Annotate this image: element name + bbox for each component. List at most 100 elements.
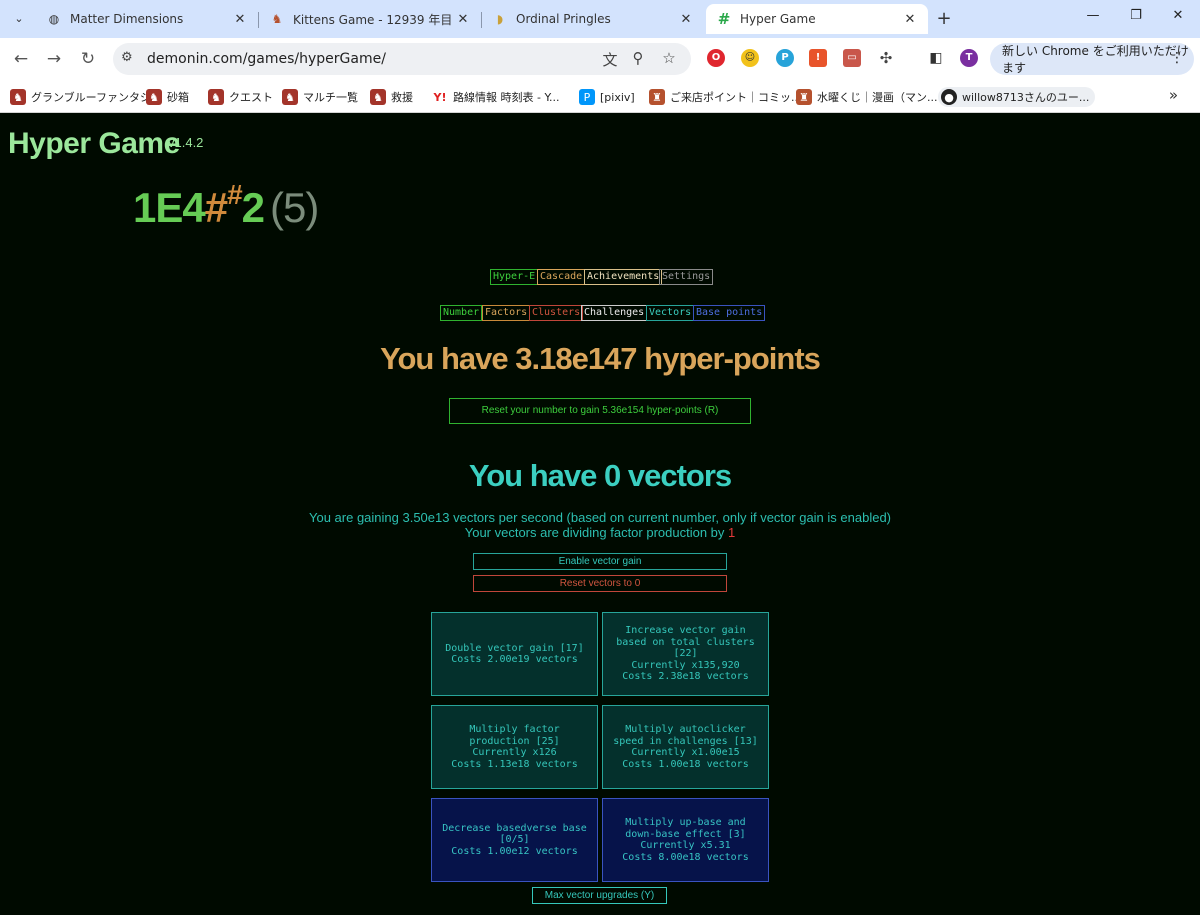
url-text: demonin.com/games/hyperGame/ — [147, 51, 386, 67]
forward-icon[interactable]: → — [43, 48, 65, 70]
bookmark-item[interactable]: ♞ グランブルーファンタジー — [10, 87, 162, 107]
tab-settings[interactable]: Settings — [659, 269, 714, 285]
chrome-update-button[interactable]: 新しい Chrome をご利用いただけます ⋮ — [990, 43, 1194, 75]
upgrade-up-down-base[interactable]: Multiply up-base and down-base effect [3… — [602, 798, 769, 882]
bookmark-item[interactable]: ♞ マルチ一覧 — [282, 87, 358, 107]
tab-hyper-e[interactable]: Hyper-E — [490, 269, 539, 285]
alert-extension-icon[interactable]: ! — [809, 49, 827, 67]
bookmark-item[interactable]: ♜ ご来店ポイント｜コミッ... — [649, 87, 802, 107]
number-hyper-op: ## — [204, 179, 243, 231]
tab-cascade[interactable]: Cascade — [537, 269, 586, 285]
close-icon[interactable]: ✕ — [455, 12, 471, 27]
bookmark-item[interactable]: ♞ 砂箱 — [146, 87, 189, 107]
bookmark-item[interactable]: ● willow8713さんのユー... — [938, 87, 1096, 107]
new-tab-button[interactable]: + — [934, 8, 954, 29]
upgrade-title: Decrease basedverse base [0/5] — [442, 822, 587, 846]
side-panel-icon[interactable]: ◧ — [927, 49, 945, 67]
hash-superscript: # — [227, 179, 243, 210]
upgrade-basedverse-base[interactable]: Decrease basedverse base [0/5] Costs 1.0… — [431, 798, 598, 882]
bookmark-star-icon[interactable]: ☆ — [659, 49, 679, 67]
bookmark-label: ご来店ポイント｜コミッ... — [670, 91, 802, 104]
upgrade-title: Increase vector gain based on total clus… — [616, 625, 755, 660]
vector-divide-info: Your vectors are dividing factor product… — [0, 525, 1200, 540]
tab-clusters[interactable]: Clusters — [529, 305, 584, 321]
tab-matter-dimensions[interactable]: ◍ Matter Dimensions ✕ — [36, 4, 258, 34]
bookmark-item[interactable]: Y! 路線情報 時刻表 - Y... — [432, 87, 560, 107]
bookmark-label: 砂箱 — [167, 91, 189, 104]
granblue-icon: ♞ — [10, 89, 26, 105]
tab-search-icon[interactable]: ⌄ — [8, 7, 30, 29]
address-bar[interactable]: ⚙ demonin.com/games/hyperGame/ 文 ⚲ ☆ — [113, 43, 691, 75]
tab-challenges[interactable]: Challenges — [581, 305, 648, 321]
granblue-icon: ♞ — [370, 89, 386, 105]
tab-factors[interactable]: Factors — [482, 305, 531, 321]
bookmark-item[interactable]: P [pixiv] — [579, 87, 635, 107]
minimize-icon[interactable]: — — [1083, 8, 1103, 23]
close-icon[interactable]: ✕ — [232, 12, 248, 27]
avatar-icon: ● — [941, 89, 957, 105]
comic-icon: ♜ — [649, 89, 665, 105]
max-vector-upgrades-button[interactable]: Max vector upgrades (Y) — [532, 887, 667, 904]
comic-icon: ♜ — [796, 89, 812, 105]
vectors-display: You have 0 vectors — [468, 458, 732, 493]
upgrade-cost: Costs 1.00e12 vectors — [451, 845, 578, 857]
extensions-puzzle-icon[interactable]: ✣ — [877, 49, 895, 67]
bookmark-item[interactable]: ♞ 救援 — [370, 87, 413, 107]
upgrade-current: Currently x135,920 — [631, 659, 740, 671]
bookmark-label: willow8713さんのユー... — [962, 91, 1090, 104]
upgrade-cost: Costs 2.38e18 vectors — [622, 671, 749, 683]
cast-extension-icon[interactable]: ▭ — [843, 49, 861, 67]
close-icon[interactable]: ✕ — [678, 12, 694, 27]
tab-hyper-game[interactable]: # Hyper Game ✕ — [706, 4, 928, 34]
tab-title: Kittens Game - 12939 年目 - 夏 — [293, 12, 455, 27]
enable-vector-gain-button[interactable]: Enable vector gain — [473, 553, 727, 570]
number-parenthetical: (5) — [270, 184, 319, 231]
p-extension-icon[interactable]: P — [776, 49, 794, 67]
upgrade-factor-production[interactable]: Multiply factor production [25] Currentl… — [431, 705, 598, 789]
bookmark-item[interactable]: ♞ クエスト — [208, 87, 273, 107]
reset-vectors-button[interactable]: Reset vectors to 0 — [473, 575, 727, 592]
bookmark-label: 水曜くじ｜漫画（マン... — [817, 91, 938, 104]
bookmark-label: 救援 — [391, 91, 413, 104]
more-bookmarks-icon[interactable]: » — [1169, 86, 1178, 104]
granblue-icon: ♞ — [282, 89, 298, 105]
upgrade-current: Currently x5.31 — [640, 840, 731, 851]
game-page: Hyper Game v1.4.2 1E4##2 (5) Hyper-E Casc… — [0, 113, 1200, 915]
site-info-icon[interactable]: ⚙ — [121, 50, 133, 65]
opera-extension-icon[interactable]: O — [707, 49, 725, 67]
tab-vectors[interactable]: Vectors — [646, 305, 695, 321]
globe-icon: ◍ — [48, 12, 60, 26]
vector-gain-info: You are gaining 3.50e13 vectors per seco… — [309, 510, 891, 525]
tab-strip: ⌄ ◍ Matter Dimensions ✕ ♞ Kittens Game -… — [0, 0, 1200, 38]
tab-achievements[interactable]: Achievements — [584, 269, 663, 285]
tab-number[interactable]: Number — [440, 305, 483, 321]
bookmarks-bar: ♞ グランブルーファンタジー ♞ 砂箱 ♞ クエスト ♞ マルチ一覧 ♞ 救援 Y! 路線情… — [0, 80, 1200, 113]
menu-dots-icon[interactable]: ⋮ — [1170, 50, 1184, 66]
upgrade-cost: Costs 1.13e18 vectors — [451, 758, 578, 770]
back-icon[interactable]: ← — [10, 48, 32, 70]
tab-base-points[interactable]: Base points — [693, 305, 766, 321]
tab-ordinal-pringles[interactable]: ◗ Ordinal Pringles ✕ — [482, 4, 704, 34]
upgrade-title: Multiply factor production [25] — [469, 724, 560, 747]
upgrade-double-vector-gain[interactable]: Double vector gain [17] Costs 2.00e19 ve… — [431, 612, 598, 696]
restore-icon[interactable]: ❐ — [1126, 8, 1146, 23]
divide-info-text: Your vectors are dividing factor product… — [464, 525, 729, 540]
pixiv-icon: P — [579, 89, 595, 105]
zoom-icon[interactable]: ⚲ — [628, 49, 648, 67]
browser-toolbar: ← → ↻ ⚙ demonin.com/games/hyperGame/ 文 ⚲… — [0, 38, 1200, 80]
upgrade-autoclicker-speed[interactable]: Multiply autoclicker speed in challenges… — [602, 705, 769, 789]
reload-icon[interactable]: ↻ — [77, 48, 99, 70]
hash-symbol: # — [204, 184, 228, 231]
tab-title: Matter Dimensions — [70, 12, 184, 26]
translate-icon[interactable]: 文 — [600, 49, 620, 70]
upgrade-current: Currently x1.00e15 — [631, 747, 740, 758]
smiley-extension-icon[interactable]: ☺ — [741, 49, 759, 67]
close-icon[interactable]: ✕ — [902, 12, 918, 27]
upgrade-title: Multiply up-base and down-base effect [3… — [625, 817, 746, 840]
reset-for-hyper-points-button[interactable]: Reset your number to gain 5.36e154 hyper… — [449, 398, 751, 424]
bookmark-item[interactable]: ♜ 水曜くじ｜漫画（マン... — [796, 87, 938, 107]
upgrade-cluster-vector-gain[interactable]: Increase vector gain based on total clus… — [602, 612, 769, 696]
profile-avatar[interactable]: T — [960, 49, 978, 67]
tab-kittens-game[interactable]: ♞ Kittens Game - 12939 年目 - 夏 ✕ — [259, 4, 481, 34]
close-window-icon[interactable]: ✕ — [1168, 8, 1188, 23]
